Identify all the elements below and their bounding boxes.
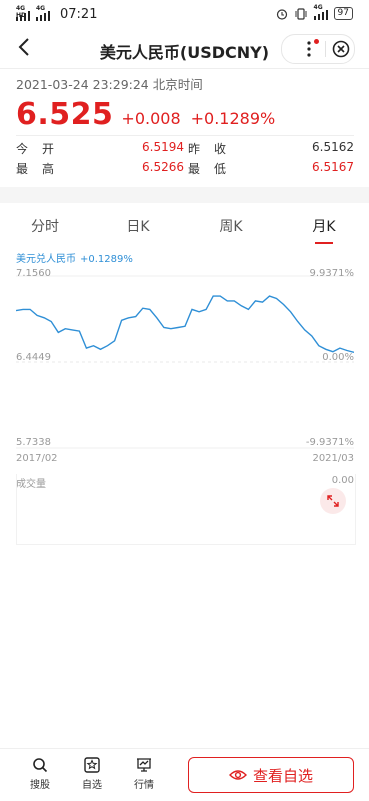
search-stock-label: 搜股	[30, 780, 50, 791]
tab-label: 月K	[312, 219, 335, 235]
prev-close-value: 6.5162	[312, 140, 354, 154]
stats-row: 最高 6.5266 最低 6.5167	[16, 160, 354, 180]
fullscreen-button[interactable]	[320, 488, 346, 514]
x-tick-start: 2017/02	[16, 453, 58, 464]
low-label: 最低	[188, 160, 240, 177]
section-gap	[0, 187, 369, 203]
open-label: 今开	[16, 140, 68, 157]
quote-header: 2021-03-24 23:29:24 北京时间 6.525 +0.008 +0…	[16, 74, 356, 132]
watchlist-button[interactable]: 自选	[72, 757, 112, 791]
quote-datetime: 2021-03-24 23:29:24 北京时间	[16, 74, 356, 93]
y-pct-bottom: -9.9371%	[306, 437, 354, 448]
low-value: 6.5167	[312, 160, 354, 174]
quote-stats: 今开 6.5194 昨收 6.5162 最高 6.5266 最低 6.5167	[16, 140, 354, 180]
tab-daily-k[interactable]: 日K	[103, 216, 173, 236]
x-tick-end: 2021/03	[312, 453, 354, 464]
nav-bar: 美元人民币(USDCNY)	[0, 30, 369, 68]
y-tick-bottom: 5.7338	[16, 437, 51, 448]
tab-label: 分时	[31, 219, 59, 235]
vibrate-icon	[294, 8, 308, 20]
price-series-line	[16, 296, 354, 352]
search-icon	[32, 757, 48, 773]
market-button[interactable]: 行情	[124, 757, 164, 791]
y-tick-top: 7.1560	[16, 268, 51, 279]
tab-label: 日K	[126, 219, 149, 235]
battery-icon: 97	[334, 7, 353, 20]
notification-dot	[314, 39, 319, 44]
quote-divider	[16, 135, 354, 136]
close-icon[interactable]	[332, 40, 350, 58]
y-tick-mid: 6.4449	[16, 352, 51, 363]
tab-label: 周K	[219, 219, 242, 235]
header-divider	[0, 68, 369, 69]
expand-icon	[320, 488, 346, 514]
high-value: 6.5266	[142, 160, 184, 174]
eye-icon	[229, 768, 247, 782]
search-stock-button[interactable]: 搜股	[20, 757, 60, 791]
open-value: 6.5194	[142, 140, 184, 154]
y-pct-mid: 0.00%	[322, 352, 354, 363]
tab-monthly-k[interactable]: 月K	[289, 216, 359, 236]
volume-panel	[16, 474, 356, 545]
price-change-percent: +0.1289%	[191, 109, 276, 128]
clock: 07:21	[60, 7, 97, 22]
view-watchlist-label: 查看自选	[253, 765, 313, 786]
price-line: 6.525 +0.008 +0.1289%	[16, 97, 356, 132]
current-price: 6.525	[16, 97, 113, 132]
star-icon	[84, 757, 100, 773]
capsule-divider	[325, 41, 326, 57]
stats-row: 今开 6.5194 昨收 6.5162	[16, 140, 354, 160]
tab-underline	[315, 242, 333, 244]
mini-program-capsule	[281, 34, 355, 64]
prev-close-label: 昨收	[188, 140, 240, 157]
bottom-toolbar: 搜股 自选 行情 查看自选	[0, 748, 369, 801]
signal-icon: 4G	[314, 8, 328, 20]
period-tabs: 分时 日K 周K 月K	[0, 212, 369, 244]
view-watchlist-button[interactable]: 查看自选	[188, 757, 354, 793]
y-pct-top: 9.9371%	[310, 268, 355, 279]
tab-intraday[interactable]: 分时	[10, 216, 80, 236]
market-label: 行情	[134, 780, 154, 791]
high-label: 最高	[16, 160, 68, 177]
tab-weekly-k[interactable]: 周K	[196, 216, 266, 236]
signal-icon: 4G	[36, 9, 52, 21]
price-change: +0.008	[121, 109, 180, 128]
signal-icon: 4G HD	[16, 9, 32, 21]
market-chart-icon	[136, 757, 152, 773]
alarm-icon	[276, 8, 288, 20]
status-bar: 4G HD 4G 07:21 4G 97	[0, 0, 369, 30]
watchlist-label: 自选	[82, 780, 102, 791]
